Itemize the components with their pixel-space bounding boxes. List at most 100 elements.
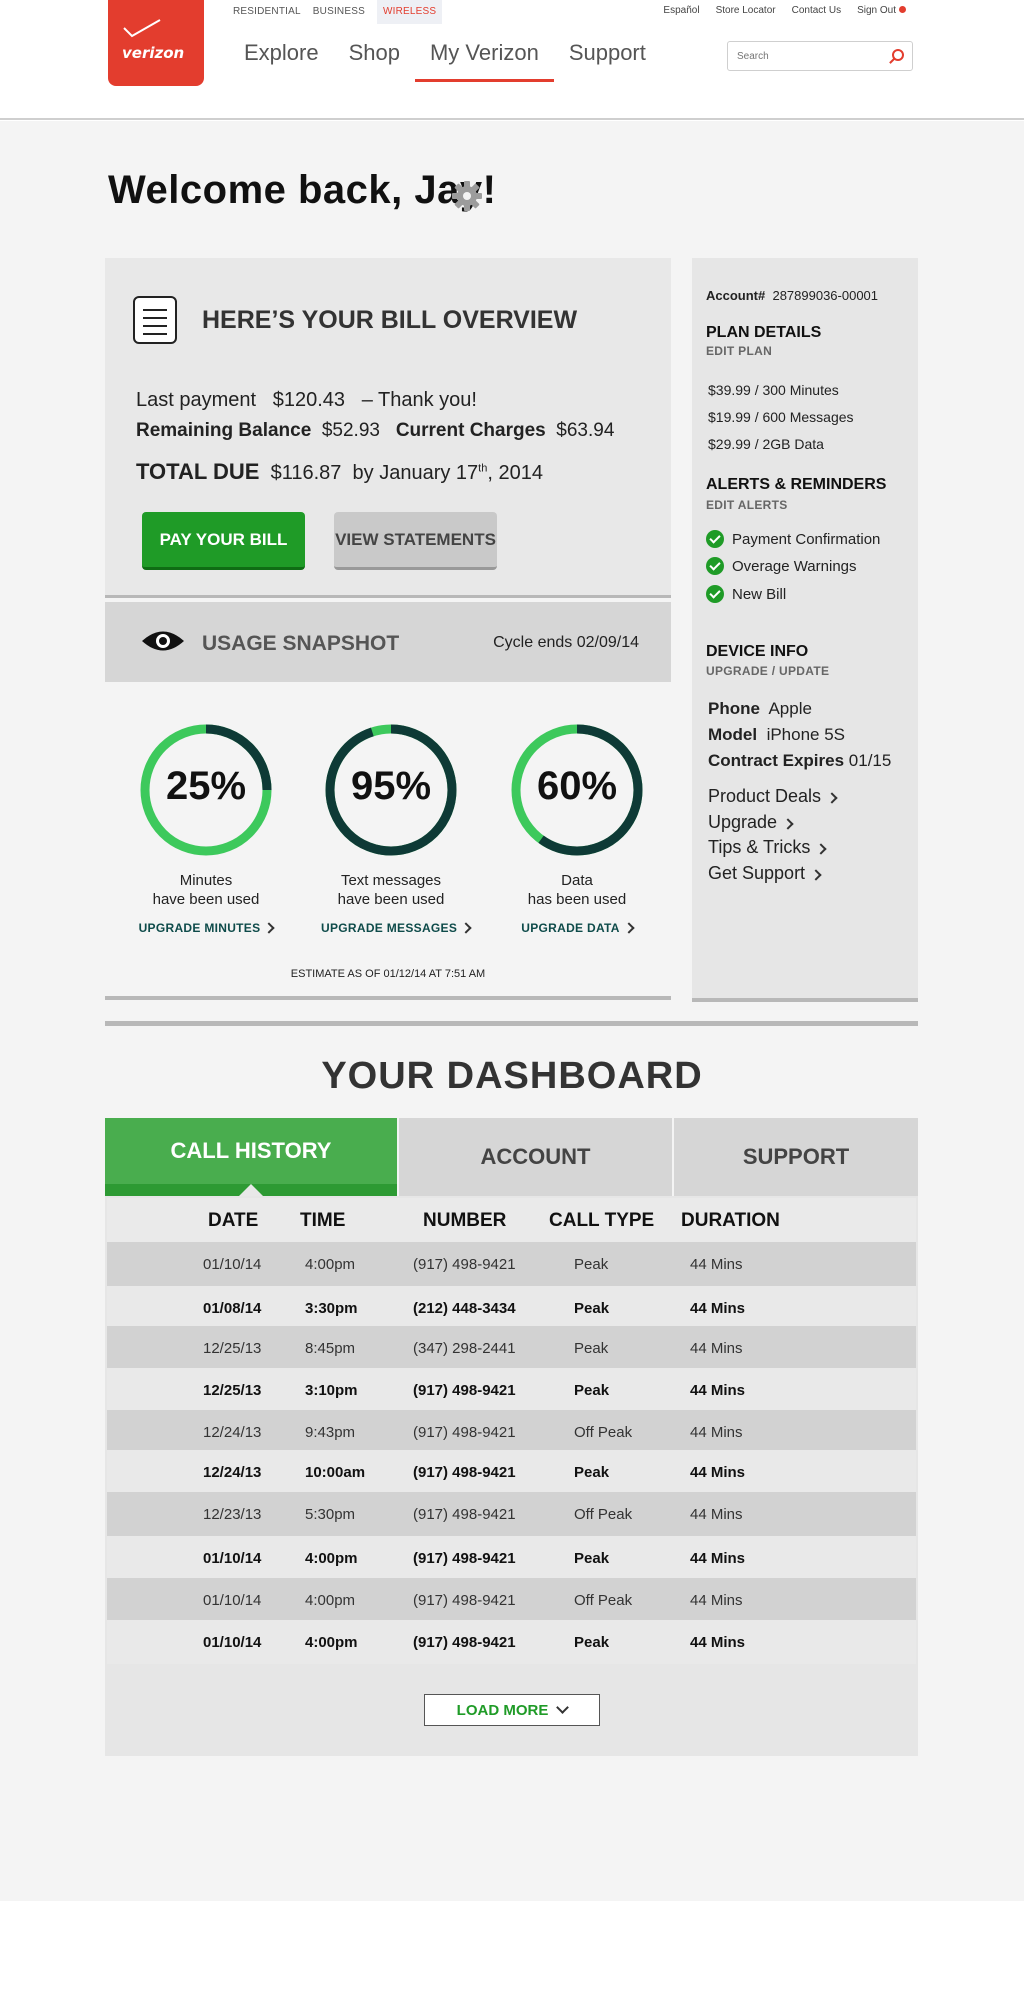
upgrade-link[interactable]: Upgrade: [708, 812, 794, 833]
search-box: [727, 41, 913, 71]
link-label: Upgrade: [708, 812, 778, 832]
store-locator-link[interactable]: Store Locator: [716, 5, 776, 16]
table-row[interactable]: 12/24/13 9:43pm (917) 498-9421 Off Peak 44 M…: [107, 1410, 916, 1454]
table-row[interactable]: 12/25/13 3:10pm (917) 498-9421 Peak 44 Mins: [107, 1368, 916, 1412]
chevron-right-icon: [623, 922, 635, 934]
cell-date: 01/10/14: [203, 1256, 262, 1273]
bill-overview-title: HERE’S YOUR BILL OVERVIEW: [202, 306, 578, 334]
upgrade-data-label: UPGRADE DATA: [521, 921, 620, 935]
nav-support[interactable]: Support: [569, 40, 646, 80]
tab-account[interactable]: ACCOUNT: [397, 1118, 672, 1196]
tab-call-history[interactable]: CALL HISTORY: [105, 1118, 397, 1196]
cell-date: 12/25/13: [203, 1340, 262, 1357]
alert-label: Overage Warnings: [732, 557, 857, 575]
pay-bill-button[interactable]: PAY YOUR BILL: [142, 512, 305, 570]
nav-explore[interactable]: Explore: [244, 40, 319, 80]
cell-date: 01/10/14: [203, 1550, 262, 1567]
current-charges-value: $63.94: [556, 420, 615, 441]
cell-date: 12/23/13: [203, 1506, 262, 1523]
segment-residential[interactable]: RESIDENTIAL: [233, 0, 307, 24]
table-row[interactable]: 12/23/13 5:30pm (917) 498-9421 Off Peak 44 M…: [107, 1492, 916, 1536]
check-circle-icon: [706, 530, 724, 548]
load-more-button[interactable]: LOAD MORE: [424, 1694, 600, 1726]
cell-time: 3:30pm: [305, 1300, 358, 1317]
table-header: DATE TIME NUMBER CALL TYPE DURATION: [107, 1198, 916, 1244]
chevron-down-icon: [556, 1700, 570, 1714]
cell-date: 12/24/13: [203, 1464, 262, 1481]
cell-duration: 44 Mins: [690, 1464, 746, 1481]
contact-us-link[interactable]: Contact Us: [792, 5, 841, 16]
table-row[interactable]: 01/10/14 4:00pm (917) 498-9421 Peak 44 Mins: [107, 1242, 916, 1286]
minutes-gauge: 25% Minutes have been used UPGRADE MINUT…: [136, 722, 276, 935]
total-due-value: $116.87: [270, 462, 342, 484]
plan-item: $39.99 / 300 Minutes: [708, 382, 839, 398]
bill-document-icon: [133, 296, 177, 344]
device-model: Model iPhone 5S: [708, 725, 845, 745]
cell-date: 01/10/14: [203, 1634, 262, 1651]
cell-time: 3:10pm: [305, 1382, 358, 1399]
nav-my-verizon[interactable]: My Verizon: [415, 40, 554, 82]
balance-line: Remaining Balance $52.93 Current Charges…: [136, 420, 614, 442]
cell-call-type: Off Peak: [574, 1592, 633, 1609]
cell-time: 8:45pm: [305, 1340, 356, 1357]
edit-plan-link[interactable]: EDIT PLAN: [706, 344, 772, 358]
verizon-logo[interactable]: verizon: [108, 0, 204, 86]
nav-shop[interactable]: Shop: [349, 40, 400, 80]
table-row[interactable]: 01/10/14 4:00pm (917) 498-9421 Peak 44 Mins: [107, 1536, 916, 1580]
account-number: Account# 287899036-00001: [706, 288, 878, 303]
upgrade-data-link[interactable]: UPGRADE DATA: [507, 921, 647, 935]
usage-snapshot-header: USAGE SNAPSHOT Cycle ends 02/09/14: [105, 602, 671, 682]
cell-duration: 44 Mins: [690, 1592, 743, 1609]
plan-item: $19.99 / 600 Messages: [708, 409, 854, 425]
table-row[interactable]: 12/24/13 10:00am (917) 498-9421 Peak 44 Mins: [107, 1450, 916, 1494]
cell-call-type: Peak: [574, 1634, 610, 1651]
get-support-link[interactable]: Get Support: [708, 863, 822, 884]
search-icon[interactable]: [892, 49, 904, 61]
sign-out-link[interactable]: Sign Out: [857, 5, 906, 16]
cell-call-type: Peak: [574, 1550, 610, 1567]
eye-icon: [142, 631, 184, 651]
tips-tricks-link[interactable]: Tips & Tricks: [708, 837, 828, 858]
upgrade-update-link[interactable]: UPGRADE / UPDATE: [706, 664, 829, 678]
table-row[interactable]: 01/10/14 4:00pm (917) 498-9421 Peak 44 Mins: [107, 1620, 916, 1664]
alert-item: Payment Confirmation: [706, 530, 880, 548]
cell-duration: 44 Mins: [690, 1300, 746, 1317]
check-circle-icon: [706, 585, 724, 603]
logo-wordmark: verizon: [122, 44, 185, 62]
segment-wireless[interactable]: WIRELESS: [376, 0, 443, 24]
espanol-link[interactable]: Español: [663, 5, 699, 16]
cell-date: 12/25/13: [203, 1382, 262, 1399]
search-input[interactable]: [728, 42, 878, 70]
table-row[interactable]: 01/10/14 4:00pm (917) 498-9421 Off Peak 44 M…: [107, 1578, 916, 1622]
dashboard-tabs: CALL HISTORY ACCOUNT SUPPORT: [105, 1118, 918, 1196]
product-deals-link[interactable]: Product Deals: [708, 786, 838, 807]
cell-number: (917) 498-9421: [413, 1382, 516, 1399]
gear-icon[interactable]: [451, 180, 483, 212]
edit-alerts-link[interactable]: EDIT ALERTS: [706, 498, 788, 512]
last-payment-value: $120.43: [272, 389, 346, 411]
due-by-text: by January 17: [352, 462, 479, 484]
cell-duration: 44 Mins: [690, 1506, 743, 1523]
device-contract: Contract Expires 01/15: [708, 751, 891, 771]
cell-time: 4:00pm: [305, 1592, 356, 1609]
alert-label: New Bill: [732, 585, 787, 603]
upgrade-minutes-link[interactable]: UPGRADE MINUTES: [136, 921, 276, 935]
table-row[interactable]: 01/08/14 3:30pm (212) 448-3434 Peak 44 Mins: [107, 1286, 916, 1330]
link-label: Get Support: [708, 863, 806, 883]
gauge-label: Minutes: [179, 872, 233, 889]
table-row[interactable]: 12/25/13 8:45pm (347) 298-2441 Peak 44 Mins: [107, 1326, 916, 1370]
tab-support[interactable]: SUPPORT: [672, 1118, 918, 1196]
phone-label: Phone: [708, 699, 760, 718]
view-statements-button[interactable]: VIEW STATEMENTS: [334, 512, 497, 570]
power-icon: [899, 6, 906, 13]
upgrade-messages-link[interactable]: UPGRADE MESSAGES: [321, 921, 472, 935]
total-due-line: TOTAL DUE $116.87 by January 17th, 2014: [136, 459, 543, 485]
check-circle-icon: [706, 557, 724, 575]
cell-call-type: Peak: [574, 1382, 610, 1399]
usage-gauges-panel: 25% Minutes have been used UPGRADE MINUT…: [105, 682, 671, 1000]
cell-duration: 44 Mins: [690, 1634, 746, 1651]
utility-links: Español Store Locator Contact Us Sign Ou…: [663, 5, 906, 16]
cell-duration: 44 Mins: [690, 1550, 746, 1567]
cell-call-type: Peak: [574, 1340, 609, 1357]
segment-business[interactable]: BUSINESS: [313, 0, 371, 24]
